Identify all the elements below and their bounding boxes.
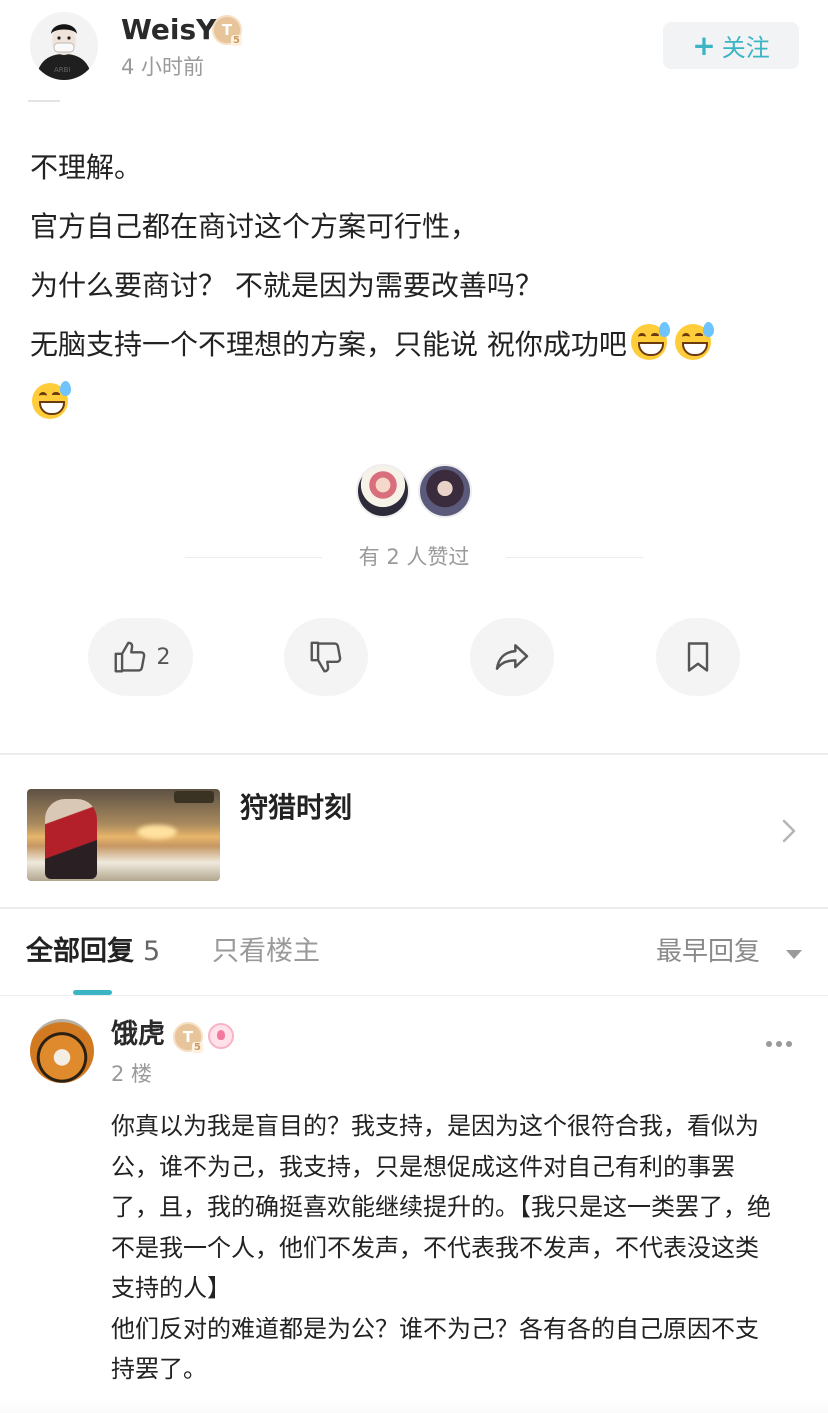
reply-author-name[interactable]: 饿虎 — [111, 1016, 165, 1054]
more-options-icon[interactable] — [764, 1032, 794, 1056]
svg-text:ARBI: ARBI — [54, 66, 71, 74]
divider — [28, 96, 60, 102]
grinning-sweat-emoji-icon — [630, 322, 670, 360]
bottom-edge — [0, 1400, 828, 1413]
dislike-button[interactable] — [284, 618, 368, 696]
tiger-avatar[interactable] — [30, 1019, 94, 1083]
thumbs-down-icon — [310, 641, 342, 673]
divider — [0, 753, 828, 755]
share-icon — [495, 644, 529, 670]
thumbs-up-icon — [114, 641, 145, 673]
follow-button[interactable]: + 关注 — [663, 22, 799, 69]
topic-title[interactable]: 狩猎时刻 — [240, 788, 352, 828]
post-time: 4 小时前 — [121, 55, 205, 79]
likes-summary[interactable]: 有 2 人赞过 — [0, 542, 828, 572]
level-badge-icon: T5 — [173, 1022, 203, 1053]
reply-paragraph: 他们反对的难道都是为公？谁不为己？各有各的自己原因不支持罢了。 — [111, 1314, 759, 1384]
post-line: 官方自己都在商讨这个方案可行性， — [30, 210, 479, 243]
follow-label: 关注 — [721, 34, 770, 62]
like-count: 2 — [156, 644, 171, 670]
sort-dropdown[interactable]: 最早回复 — [656, 934, 760, 970]
author-avatar[interactable]: ARBI — [30, 12, 98, 80]
rabbit-badge-icon — [208, 1023, 234, 1049]
divider — [0, 995, 828, 996]
reply-content: 你真以为我是盲目的？我支持，是因为这个很符合我，看似为公，谁不为己，我支持，只是… — [111, 1106, 781, 1390]
bookmark-button[interactable] — [656, 618, 740, 696]
masked-person-avatar-icon: ARBI — [30, 12, 98, 80]
author-name[interactable]: WeisY — [121, 12, 216, 48]
like-button[interactable]: 2 — [88, 618, 193, 696]
grinning-sweat-emoji-icon — [674, 322, 714, 360]
post-line-with-emoji: 无脑支持一个不理想的方案，只能说 祝你成功吧 — [30, 315, 790, 374]
post-line: 不理解。 — [30, 151, 143, 184]
reply-paragraph: 你真以为我是盲目的？我支持，是因为这个很符合我，看似为公，谁不为己，我支持，只是… — [111, 1112, 771, 1302]
emoji-line — [30, 374, 790, 433]
level-badge-icon: T5 — [212, 15, 242, 46]
reply-floor: 2 楼 — [111, 1062, 153, 1086]
reply-count: 5 — [143, 936, 161, 967]
bookmark-icon — [687, 642, 709, 672]
tab-op-only[interactable]: 只看楼主 — [212, 934, 320, 970]
share-button[interactable] — [470, 618, 554, 696]
grinning-sweat-emoji-icon — [32, 381, 71, 419]
chevron-right-icon[interactable] — [776, 815, 800, 847]
topic-thumbnail[interactable] — [27, 789, 220, 881]
liker-avatar[interactable] — [418, 464, 472, 518]
liker-avatar[interactable] — [356, 464, 410, 518]
plus-icon: + — [692, 28, 716, 62]
post-content: 不理解。 官方自己都在商讨这个方案可行性， 为什么要商讨？ 不就是因为需要改善吗… — [30, 138, 790, 433]
tab-all-replies[interactable]: 全部回复 — [26, 934, 134, 970]
post-line: 为什么要商讨？ 不就是因为需要改善吗？ — [30, 269, 543, 302]
caret-down-icon[interactable] — [786, 950, 802, 959]
divider — [0, 907, 828, 909]
post-line: 无脑支持一个不理想的方案，只能说 祝你成功吧 — [30, 328, 627, 361]
